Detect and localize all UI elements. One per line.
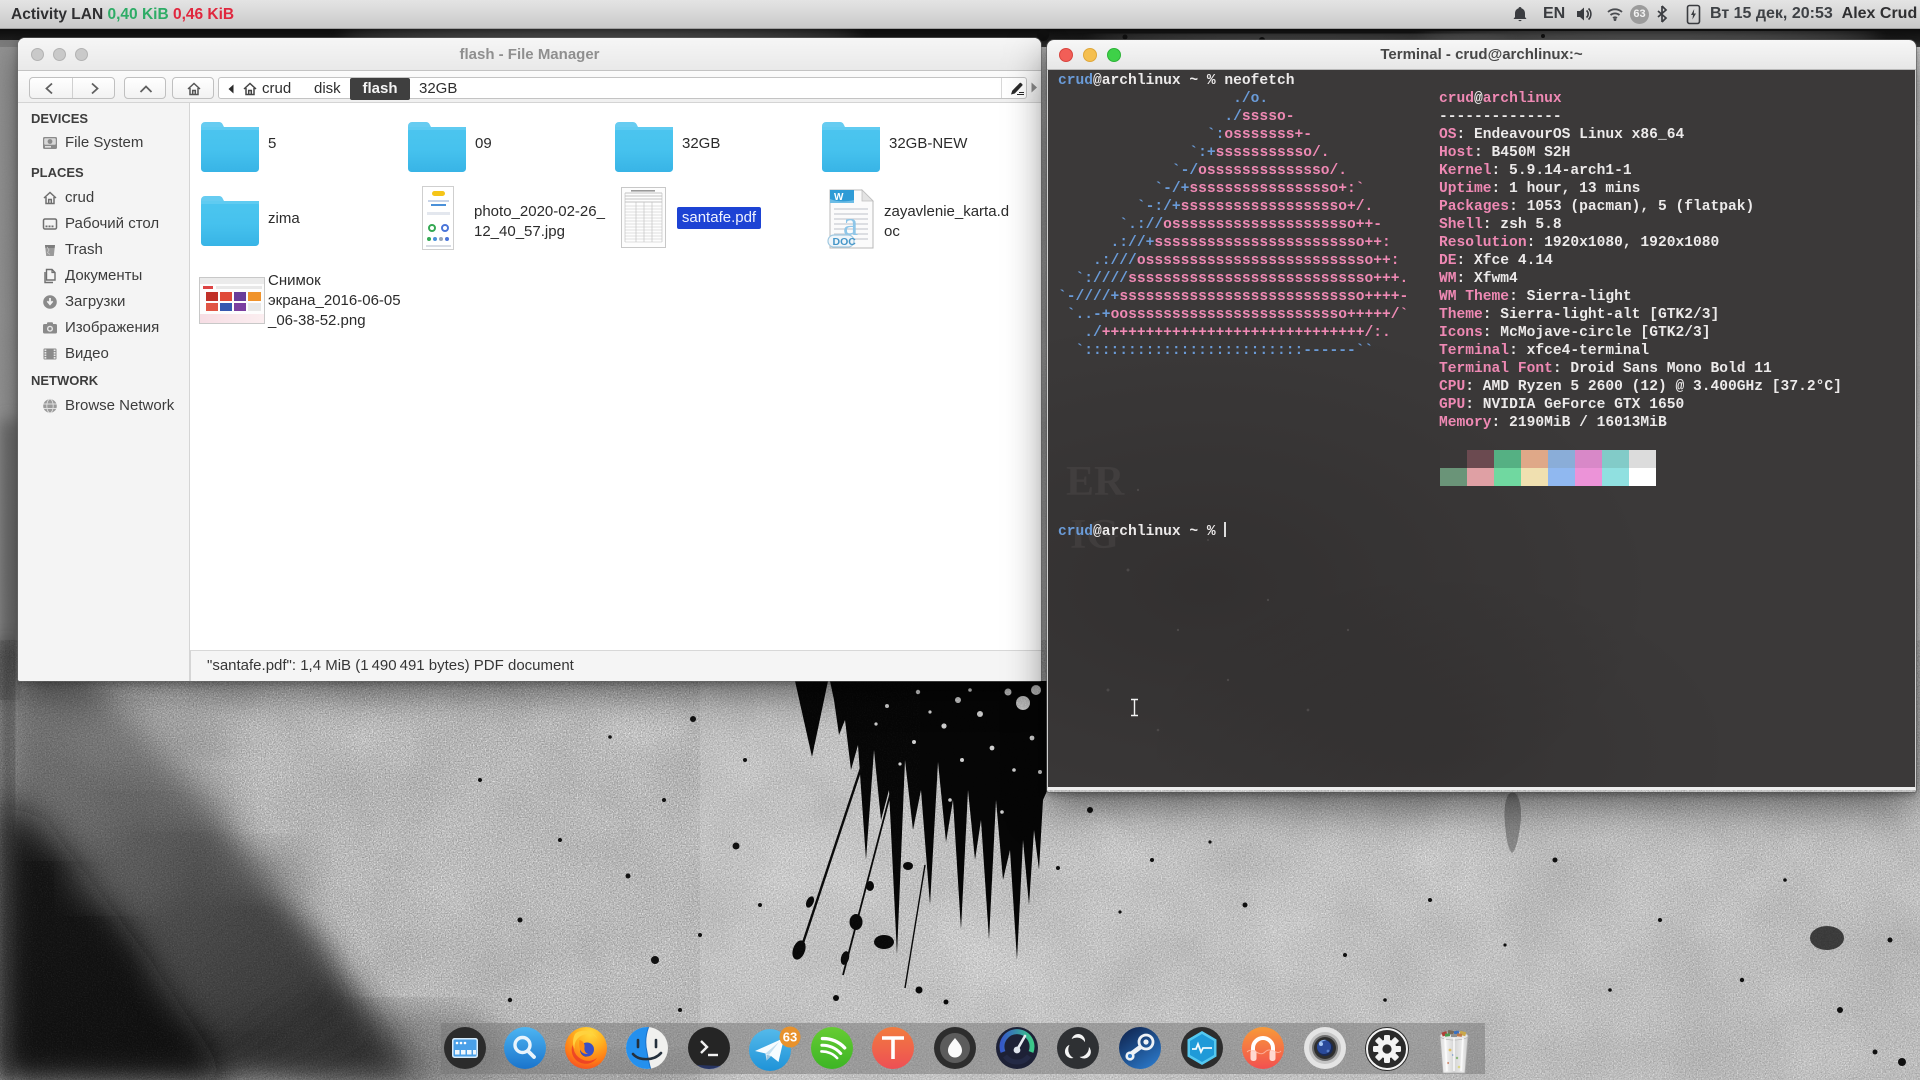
svg-text:W: W	[834, 192, 844, 203]
svg-text:ER: ER	[1066, 459, 1125, 505]
svg-text:63: 63	[783, 1030, 797, 1045]
svg-text:DOC: DOC	[833, 236, 857, 248]
